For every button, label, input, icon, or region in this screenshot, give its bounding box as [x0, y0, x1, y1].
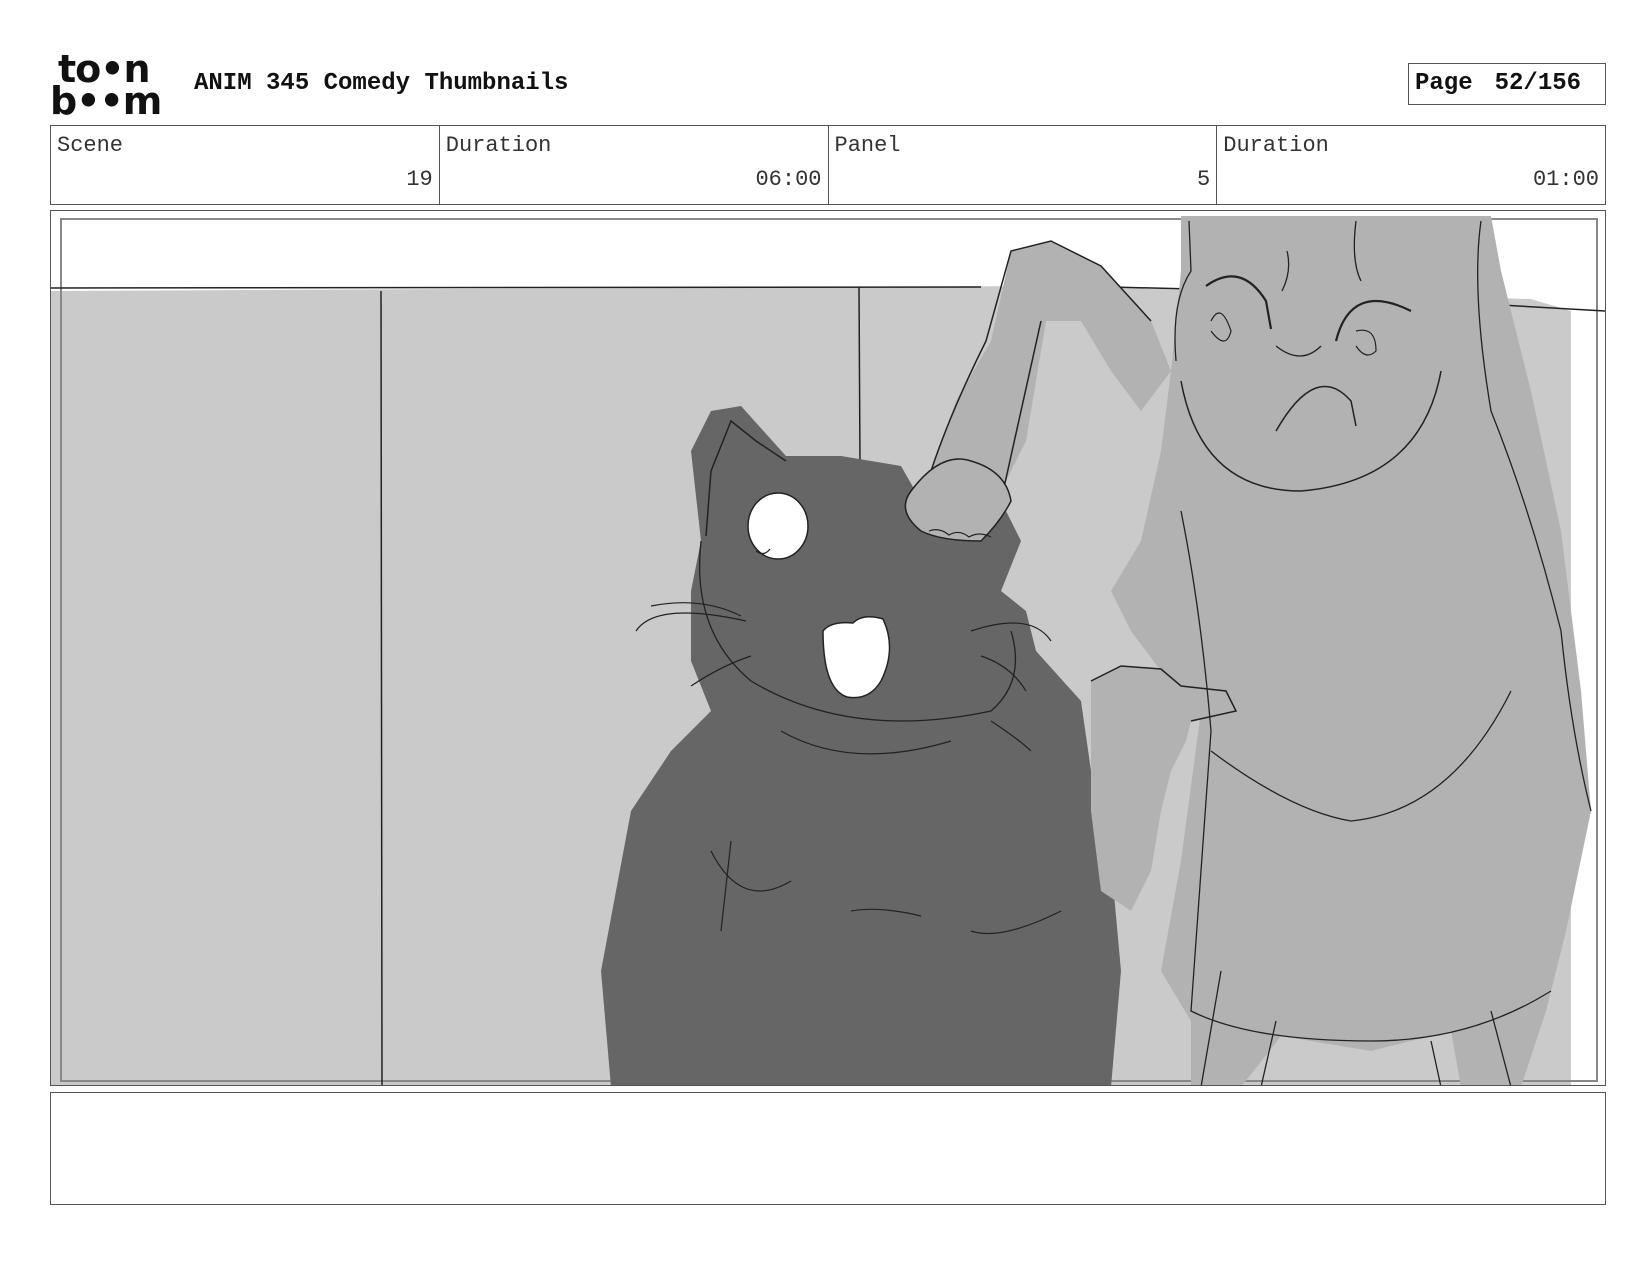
scene-cell: Scene 19	[51, 126, 440, 204]
panel-value: 5	[1197, 167, 1211, 192]
panel-notes	[50, 1092, 1606, 1205]
panel-duration-cell: Duration 01:00	[1217, 126, 1605, 204]
ceiling-line	[51, 286, 982, 289]
panel-duration-label: Duration	[1223, 133, 1329, 158]
page-indicator: Page 52/156	[1408, 63, 1606, 105]
panel-sketch	[51, 216, 1605, 1085]
document-title: ANIM 345 Comedy Thumbnails	[194, 70, 569, 97]
storyboard-panel	[50, 210, 1606, 1086]
wall-line-center	[858, 286, 861, 467]
panel-label: Panel	[834, 133, 901, 158]
girl-body	[1111, 216, 1591, 1085]
scene-label: Scene	[57, 133, 124, 158]
scene-value: 19	[406, 167, 433, 192]
panel-info-table: Scene 19 Duration 06:00 Panel 5 Duration…	[50, 125, 1606, 205]
scene-duration-cell: Duration 06:00	[440, 126, 829, 204]
panel-duration-value: 01:00	[1532, 167, 1599, 192]
scene-duration-value: 06:00	[755, 167, 822, 192]
scene-duration-label: Duration	[445, 133, 552, 158]
page-label: Page	[1415, 70, 1473, 97]
toonboom-logo: to•n b••m	[50, 50, 172, 123]
panel-cell: Panel 5	[829, 126, 1218, 204]
logo-text-bottom: b••m	[50, 79, 162, 123]
page-number: 52/156	[1494, 70, 1582, 97]
wall-line-left	[380, 290, 383, 1085]
cat-eye-white	[747, 492, 809, 560]
